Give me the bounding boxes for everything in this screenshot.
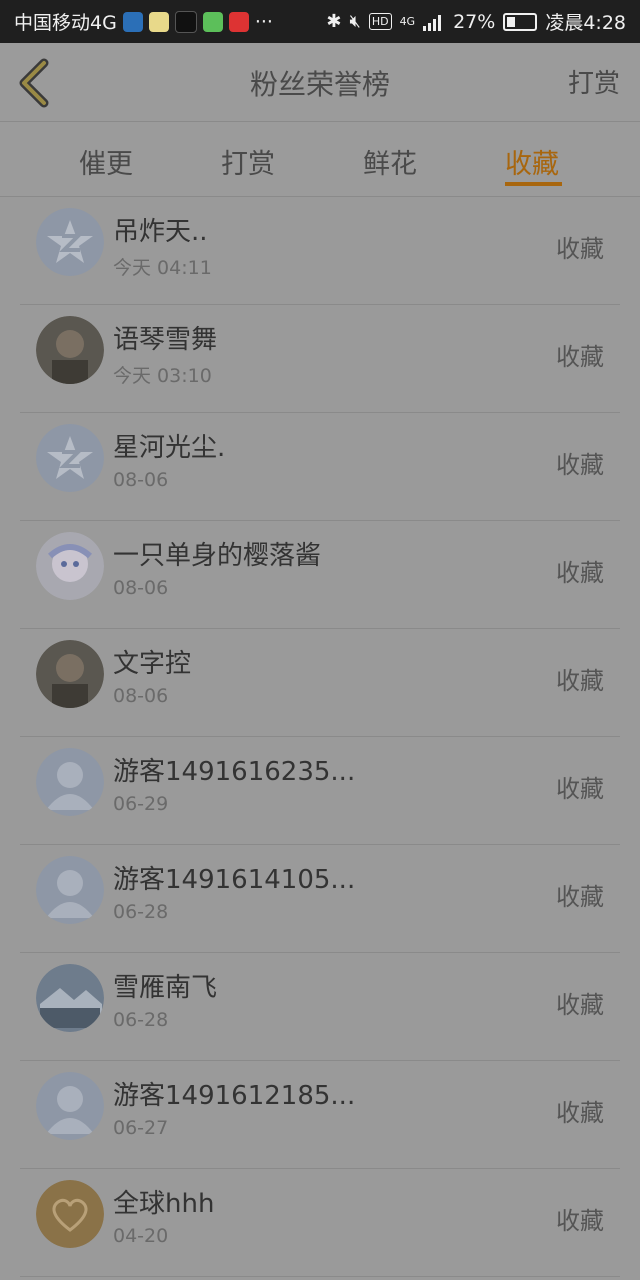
list-item[interactable]: 文字控 08-06 收藏 (0, 629, 640, 737)
fan-time: 06-29 (113, 793, 169, 815)
header-bar: 粉丝荣誉榜 打赏 (0, 43, 640, 122)
fan-action-label: 收藏 (556, 991, 604, 1019)
fan-name: 文字控 (113, 649, 192, 679)
fan-list: 吊炸天.. 今天 04:11 收藏 语琴雪舞 今天 03:10 收藏 星河光尘. 08-06 收… (0, 197, 640, 1277)
fan-name: 全球hhh (113, 1189, 215, 1219)
hd-icon: HD (368, 13, 392, 30)
battery-icon (503, 12, 538, 31)
fan-time: 08-06 (113, 685, 169, 707)
fan-action-label: 收藏 (556, 1207, 604, 1235)
list-item[interactable]: 一只单身的樱落酱 08-06 收藏 (0, 521, 640, 629)
fan-time: 06-28 (113, 1009, 169, 1031)
fan-name: 游客1491616235... (113, 757, 356, 787)
shield-app-icon (122, 11, 143, 32)
active-tab-indicator (505, 182, 562, 186)
avatar[interactable] (36, 532, 104, 600)
fan-time: 08-06 (113, 577, 169, 599)
fan-action-label: 收藏 (556, 667, 604, 695)
fan-name: 吊炸天.. (113, 217, 208, 247)
tab-urge[interactable]: 催更 (79, 142, 133, 181)
fan-name: 星河光尘. (113, 433, 226, 463)
fan-action-label: 收藏 (556, 883, 604, 911)
fan-name: 游客1491612185... (113, 1081, 356, 1111)
avatar[interactable] (36, 316, 104, 384)
fan-action-label: 收藏 (556, 559, 604, 587)
fan-action-label: 收藏 (556, 1099, 604, 1127)
fan-name: 雪雁南飞 (113, 973, 218, 1003)
list-item[interactable]: 游客1491612185... 06-27 收藏 (0, 1061, 640, 1169)
video-app-icon (202, 11, 223, 32)
news-app-icon (228, 11, 249, 32)
fan-name: 语琴雪舞 (113, 325, 218, 355)
reward-button[interactable]: 打赏 (568, 63, 620, 100)
fan-time: 08-06 (113, 469, 169, 491)
avatar[interactable] (36, 856, 104, 924)
signal-icon (423, 14, 442, 31)
list-item[interactable]: 游客1491614105... 06-28 收藏 (0, 845, 640, 953)
fan-time: 06-28 (113, 901, 169, 923)
more-notifications-icon: ··· (254, 10, 273, 33)
fan-action-label: 收藏 (556, 775, 604, 803)
tab-bar: 催更 打赏 鲜花 收藏 (0, 122, 640, 197)
avatar[interactable] (36, 640, 104, 708)
page-title: 粉丝荣誉榜 (249, 68, 390, 101)
fan-time: 今天 04:11 (113, 257, 212, 279)
tab-reward[interactable]: 打赏 (221, 142, 275, 181)
list-item[interactable]: 游客1491616235... 06-29 收藏 (0, 737, 640, 845)
status-bar: 中国移动4G ··· ✱ 🔇︎ HD 4G 27% 凌晨4:28 (0, 0, 640, 43)
list-item[interactable]: 全球hhh 04-20 收藏 (0, 1169, 640, 1277)
avatar[interactable] (36, 1072, 104, 1140)
fan-time: 今天 03:10 (113, 365, 212, 387)
list-item[interactable]: 星河光尘. 08-06 收藏 (0, 413, 640, 521)
carrier-label: 中国移动4G (14, 12, 117, 34)
avatar[interactable] (36, 424, 104, 492)
fan-name: 一只单身的樱落酱 (113, 541, 322, 571)
list-item[interactable]: 语琴雪舞今天 03:10 收藏 (0, 305, 640, 413)
emoji-app-icon (148, 11, 169, 32)
bluetooth-icon: ✱ (326, 11, 342, 32)
clock: 凌晨4:28 (545, 12, 626, 34)
avatar[interactable] (36, 208, 104, 276)
avatar[interactable] (36, 964, 104, 1032)
fan-action-label: 收藏 (556, 451, 604, 479)
fan-time: 06-27 (113, 1117, 169, 1139)
fan-action-label: 收藏 (556, 343, 604, 371)
fan-action-label: 收藏 (556, 235, 604, 263)
mute-icon: 🔇︎ (349, 11, 361, 32)
fan-time: 04-20 (113, 1225, 169, 1247)
fan-name: 游客1491614105... (113, 865, 356, 895)
divider (20, 1276, 620, 1277)
list-item[interactable]: 雪雁南飞 06-28 收藏 (0, 953, 640, 1061)
battery-percent: 27% (453, 10, 496, 33)
tab-flowers[interactable]: 鲜花 (363, 142, 417, 181)
avatar[interactable] (36, 1180, 104, 1248)
list-item[interactable]: 吊炸天.. 今天 04:11 收藏 (0, 197, 640, 305)
avatar[interactable] (36, 748, 104, 816)
tab-favorites[interactable]: 收藏 (505, 142, 559, 181)
tiktok-app-icon (174, 10, 197, 33)
network-label: 4G (399, 15, 416, 28)
